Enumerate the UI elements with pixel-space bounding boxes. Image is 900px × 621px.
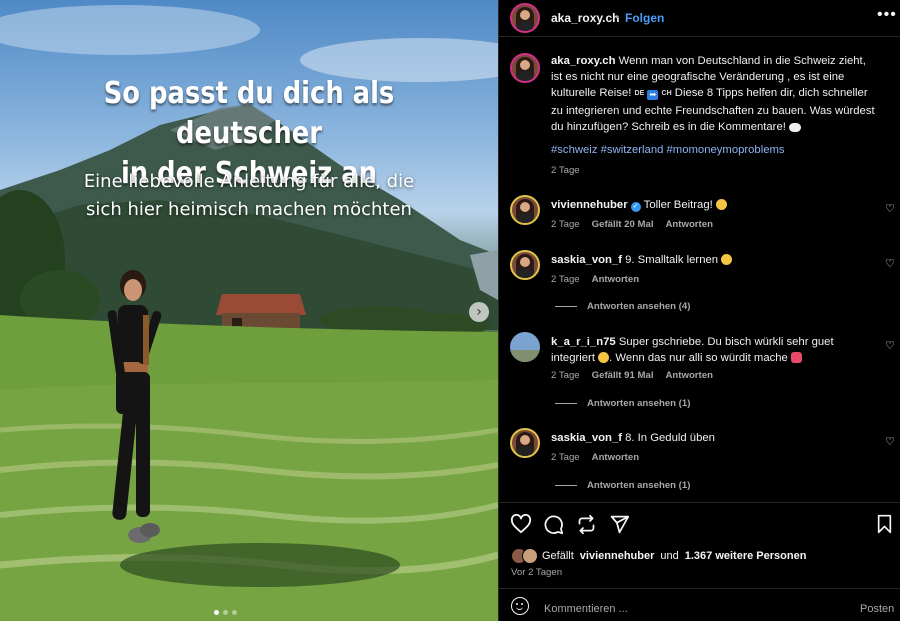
heart-icon[interactable]: ♡ xyxy=(885,202,895,215)
repost-icon[interactable] xyxy=(576,514,597,535)
carousel-dots xyxy=(214,610,237,615)
view-replies-button[interactable]: Antworten ansehen (1) xyxy=(555,480,690,491)
hand-emoji xyxy=(598,352,610,364)
comment-body: 8. In Geduld üben xyxy=(625,432,715,444)
comment-meta: 2 Tage Gefällt 91 Mal Antworten xyxy=(551,370,713,381)
heart-icon[interactable] xyxy=(510,514,532,534)
caption-text: aka_roxy.ch Wenn man von Deutschland in … xyxy=(551,53,876,135)
comment-text: saskia_von_f 8. In Geduld üben xyxy=(551,430,876,446)
speech-bubble-icon xyxy=(789,122,802,132)
likes-prefix: Gefällt xyxy=(542,550,574,562)
post-viewer: So passt du dich als deutscher in der Sc… xyxy=(0,0,900,621)
hashtags[interactable]: #schweiz #switzerland #momoneymoproblems xyxy=(551,144,785,156)
follow-button[interactable]: Folgen xyxy=(625,11,664,25)
more-icon[interactable]: ••• xyxy=(877,6,897,24)
comment-username[interactable]: k_a_r_i_n75 xyxy=(551,336,616,348)
comment-icon[interactable] xyxy=(543,514,564,535)
clap-emoji xyxy=(715,199,727,210)
divider xyxy=(499,502,900,503)
separator-dot: • xyxy=(615,10,620,24)
smiley-icon[interactable] xyxy=(511,597,529,615)
view-replies-button[interactable]: Antworten ansehen (4) xyxy=(555,301,690,312)
comment-username[interactable]: viviennehuber xyxy=(551,199,628,211)
liker-username[interactable]: viviennehuber xyxy=(580,550,655,562)
overlay-subtitle: Eine liebevolle Anleitung für alle, die … xyxy=(0,168,498,224)
caption-username[interactable]: aka_roxy.ch xyxy=(551,55,615,67)
comment-text: saskia_von_f 9. Smalltalk lernen xyxy=(551,252,876,268)
post-header: aka_roxy.ch • Folgen ••• xyxy=(499,0,900,34)
heart-icon[interactable]: ♡ xyxy=(885,257,895,270)
comment-body: . Wenn das nur alli so würdit mache xyxy=(609,352,791,365)
view-replies-label[interactable]: Antworten ansehen (1) xyxy=(587,480,690,491)
likes-middle: und xyxy=(660,550,679,562)
comment-likes[interactable]: Gefällt 20 Mal xyxy=(592,219,654,230)
comment-likes[interactable]: Gefällt 91 Mal xyxy=(592,370,654,381)
post-button[interactable]: Posten xyxy=(860,603,894,615)
comments-panel: aka_roxy.ch • Folgen ••• aka_roxy.ch Wen… xyxy=(498,0,900,621)
replies-line xyxy=(555,306,577,307)
avatar[interactable] xyxy=(510,3,540,33)
heart-icon[interactable]: ♡ xyxy=(885,435,895,448)
view-replies-label[interactable]: Antworten ansehen (4) xyxy=(587,301,690,312)
comment-meta: 2 Tage Gefällt 20 Mal Antworten xyxy=(551,219,713,230)
bookmark-icon[interactable] xyxy=(876,514,893,534)
post-image[interactable]: So passt du dich als deutscher in der Sc… xyxy=(0,0,498,621)
comment-composer: Kommentieren ... Posten xyxy=(499,589,900,621)
avatar[interactable] xyxy=(510,428,540,458)
flag-ch-icon: CH xyxy=(661,90,672,98)
likes-count[interactable]: 1.367 weitere Personen xyxy=(685,550,807,562)
divider xyxy=(499,36,900,37)
reply-button[interactable]: Antworten xyxy=(666,370,713,381)
overlay-subtitle-line: sich hier heimisch machen möchten xyxy=(86,199,412,220)
action-bar xyxy=(499,511,900,537)
caption-meta: 2 Tage xyxy=(551,165,580,176)
avatar[interactable] xyxy=(510,332,540,362)
comment-time: 2 Tage xyxy=(551,452,580,463)
carousel-dot xyxy=(232,610,237,615)
verified-icon: ✓ xyxy=(630,202,641,212)
comment-time: 2 Tage xyxy=(551,219,580,230)
comment-text: viviennehuber ✓ Toller Beitrag! xyxy=(551,197,876,213)
caption-time: 2 Tage xyxy=(551,165,580,176)
overlay-subtitle-line: Eine liebevolle Anleitung für alle, die xyxy=(83,171,415,192)
liker-avatars xyxy=(511,548,538,564)
view-replies-button[interactable]: Antworten ansehen (1) xyxy=(555,398,690,409)
arrow-right-icon: ➡ xyxy=(647,90,659,101)
comment-username[interactable]: saskia_von_f xyxy=(551,254,622,266)
hearts-emoji xyxy=(790,352,802,364)
reply-button[interactable]: Antworten xyxy=(592,274,639,285)
reply-button[interactable]: Antworten xyxy=(592,452,639,463)
comment-input[interactable]: Kommentieren ... xyxy=(544,603,628,615)
avatar[interactable] xyxy=(510,250,540,280)
header-username[interactable]: aka_roxy.ch xyxy=(551,11,620,25)
comment-time: 2 Tage xyxy=(551,274,580,285)
replies-line xyxy=(555,485,577,486)
view-replies-label[interactable]: Antworten ansehen (1) xyxy=(587,398,690,409)
carousel-dot xyxy=(223,610,228,615)
comment-meta: 2 Tage Antworten xyxy=(551,274,639,285)
overlay-title-line: So passt du dich als deutscher xyxy=(103,76,395,151)
comment-body: 9. Smalltalk lernen xyxy=(625,254,722,266)
avatar[interactable] xyxy=(510,195,540,225)
smile-emoji xyxy=(721,254,733,265)
reply-button[interactable]: Antworten xyxy=(666,219,713,230)
comment-body: Toller Beitrag! xyxy=(643,199,716,211)
comment-username[interactable]: saskia_von_f xyxy=(551,432,622,444)
carousel-dot xyxy=(214,610,219,615)
flag-de-icon: DE xyxy=(634,90,645,98)
likes-summary: Gefällt viviennehuber und 1.367 weitere … xyxy=(511,548,806,564)
share-icon[interactable] xyxy=(609,514,630,535)
comment-text: k_a_r_i_n75 Super gschriebe. Du bisch wü… xyxy=(551,334,876,366)
chevron-right-icon[interactable]: › xyxy=(469,302,489,322)
comment-meta: 2 Tage Antworten xyxy=(551,452,639,463)
replies-line xyxy=(555,403,577,404)
post-time: Vor 2 Tagen xyxy=(511,567,563,578)
avatar[interactable] xyxy=(510,53,540,83)
comment-time: 2 Tage xyxy=(551,370,580,381)
heart-icon[interactable]: ♡ xyxy=(885,339,895,352)
